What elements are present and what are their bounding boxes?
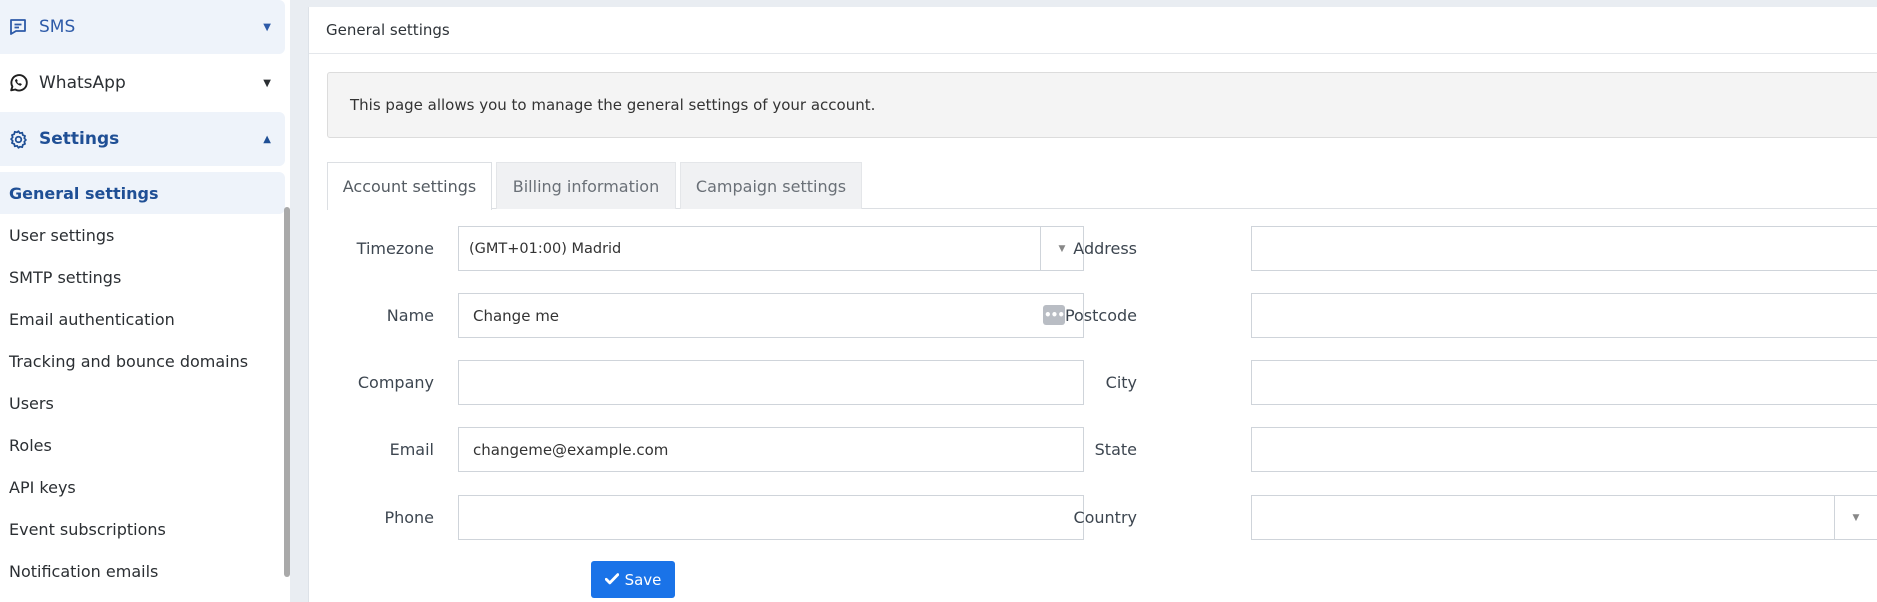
- state-field[interactable]: [1251, 427, 1877, 472]
- gear-icon: [7, 128, 29, 150]
- city-field[interactable]: [1251, 360, 1877, 405]
- postcode-label: Postcode: [1064, 306, 1137, 325]
- sidebar-group-settings[interactable]: Settings ▲: [0, 112, 285, 166]
- sidebar-group-label: Settings: [39, 129, 120, 149]
- state-label: State: [1094, 440, 1137, 459]
- phone-label: Phone: [384, 508, 434, 527]
- city-label: City: [1105, 373, 1137, 392]
- info-text: This page allows you to manage the gener…: [350, 96, 876, 114]
- timezone-label: Timezone: [356, 239, 434, 258]
- phone-field[interactable]: [458, 495, 1084, 540]
- company-field[interactable]: [458, 360, 1084, 405]
- sidebar-item-email-authentication[interactable]: Email authentication: [0, 298, 285, 340]
- tab-account-settings[interactable]: Account settings: [327, 162, 492, 210]
- sidebar-group-label: SMS: [39, 17, 76, 37]
- main-panel: General settings This page allows you to…: [308, 7, 1877, 602]
- sidebar: SMS ▼ WhatsApp ▼ Settings ▲ General sett…: [0, 0, 290, 602]
- info-box: This page allows you to manage the gener…: [327, 72, 1877, 138]
- sidebar-item-event-subscriptions[interactable]: Event subscriptions: [0, 508, 285, 550]
- country-select[interactable]: ▼: [1251, 495, 1877, 540]
- save-button-label: Save: [624, 570, 662, 589]
- tab-campaign-settings[interactable]: Campaign settings: [680, 162, 862, 209]
- email-label: Email: [389, 440, 434, 459]
- page-title: General settings: [309, 7, 1877, 54]
- sidebar-item-api-keys[interactable]: API keys: [0, 466, 285, 508]
- sidebar-group-label: WhatsApp: [39, 73, 126, 93]
- postcode-field[interactable]: [1251, 293, 1877, 338]
- check-icon: [604, 571, 619, 589]
- settings-submenu: General settings User settings SMTP sett…: [0, 172, 285, 592]
- sidebar-item-roles[interactable]: Roles: [0, 424, 285, 466]
- tab-bar: Account settings Billing information Cam…: [327, 162, 1877, 210]
- address-field[interactable]: [1251, 226, 1877, 271]
- dropdown-arrow-icon: ▼: [1834, 496, 1877, 539]
- name-label: Name: [386, 306, 434, 325]
- sidebar-item-general-settings[interactable]: General settings: [0, 172, 285, 214]
- timezone-value: (GMT+01:00) Madrid: [469, 240, 622, 257]
- sidebar-item-notification-emails[interactable]: Notification emails: [0, 550, 285, 592]
- save-button[interactable]: Save: [591, 561, 675, 598]
- sidebar-item-smtp-settings[interactable]: SMTP settings: [0, 256, 285, 298]
- sidebar-item-user-settings[interactable]: User settings: [0, 214, 285, 256]
- company-label: Company: [357, 373, 434, 392]
- caret-up-icon: ▲: [263, 133, 271, 145]
- tab-billing-information[interactable]: Billing information: [496, 162, 676, 209]
- sidebar-item-users[interactable]: Users: [0, 382, 285, 424]
- name-field[interactable]: [458, 293, 1084, 338]
- sidebar-group-sms[interactable]: SMS ▼: [0, 0, 285, 54]
- caret-down-icon: ▼: [263, 21, 271, 33]
- caret-down-icon: ▼: [263, 77, 271, 89]
- sidebar-item-tracking-domains[interactable]: Tracking and bounce domains: [0, 340, 285, 382]
- timezone-select[interactable]: (GMT+01:00) Madrid ▼: [458, 226, 1084, 271]
- sidebar-group-whatsapp[interactable]: WhatsApp ▼: [0, 56, 285, 110]
- country-label: Country: [1073, 508, 1137, 527]
- sidebar-scrollbar[interactable]: [284, 207, 290, 577]
- chat-icon: [7, 16, 29, 38]
- email-field[interactable]: [458, 427, 1084, 472]
- address-label: Address: [1073, 239, 1137, 258]
- whatsapp-icon: [7, 72, 29, 94]
